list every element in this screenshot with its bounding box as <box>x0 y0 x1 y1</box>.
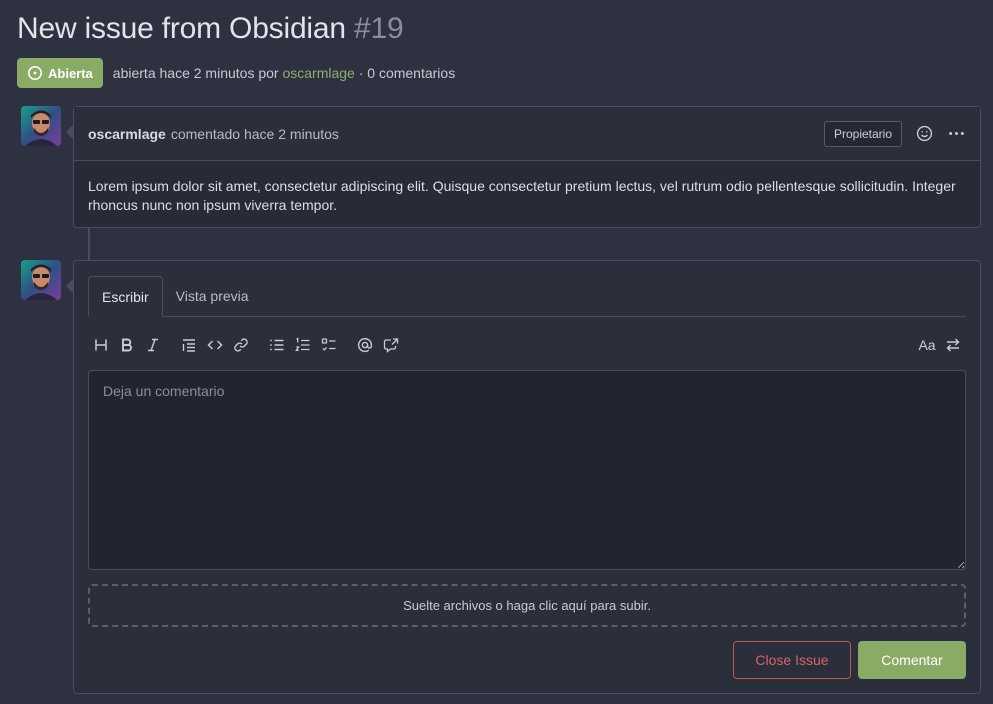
timeline-connector <box>88 228 90 261</box>
italic-button[interactable] <box>140 333 166 357</box>
switch-editor-icon[interactable] <box>940 333 966 357</box>
comment-author[interactable]: oscarmlage <box>88 126 166 142</box>
comment-timestamp: comentado hace 2 minutos <box>170 125 339 142</box>
tab-preview[interactable]: Vista previa <box>163 276 262 316</box>
issue-open-icon <box>27 65 43 81</box>
comment-editor: Escribir Vista previa Aa Deja un comenta… <box>66 260 981 694</box>
smiley-icon[interactable] <box>914 124 934 144</box>
page-title: New issue from Obsidian #19 <box>17 12 404 46</box>
author-link[interactable]: oscarmlage <box>282 65 354 81</box>
cross-reference-icon[interactable] <box>378 333 404 357</box>
heading-button[interactable] <box>88 333 114 357</box>
status-label: Abierta <box>48 65 93 81</box>
owner-badge: Propietario <box>823 120 902 147</box>
comment-textarea[interactable] <box>88 370 966 570</box>
issue-status-row: Abierta abierta hace 2 minutos por oscar… <box>17 58 455 88</box>
comment-header: oscarmlage comentado hace 2 minutos Prop… <box>74 107 980 161</box>
status-badge: Abierta <box>17 58 103 88</box>
tab-write[interactable]: Escribir <box>88 276 163 317</box>
link-icon[interactable] <box>228 333 254 357</box>
numbered-list-icon[interactable] <box>290 333 316 357</box>
font-toggle-button[interactable]: Aa <box>914 333 940 357</box>
mention-icon[interactable] <box>352 333 378 357</box>
file-dropzone[interactable]: Suelte archivos o haga clic aquí para su… <box>88 584 966 627</box>
avatar[interactable] <box>21 106 61 146</box>
close-issue-button[interactable]: Close Issue <box>733 641 851 679</box>
meta-suffix: · 0 comentarios <box>358 65 456 81</box>
task-list-icon[interactable] <box>316 333 342 357</box>
editor-tabs: Escribir Vista previa <box>88 276 966 317</box>
bullet-list-icon[interactable] <box>264 333 290 357</box>
bold-button[interactable] <box>114 333 140 357</box>
code-icon[interactable] <box>202 333 228 357</box>
issue-number: #19 <box>354 12 404 45</box>
meta-prefix: abierta hace 2 minutos por <box>112 65 279 81</box>
comment-button[interactable]: Comentar <box>858 641 966 679</box>
issue-title: New issue from Obsidian <box>17 12 346 45</box>
comment-body: Lorem ipsum dolor sit amet, consectetur … <box>88 178 956 213</box>
issue-meta: abierta hace 2 minutos por oscarmlage · … <box>113 65 455 81</box>
avatar[interactable] <box>21 260 61 300</box>
more-options-icon[interactable] <box>946 124 966 144</box>
comment-card: oscarmlage comentado hace 2 minutos Prop… <box>66 106 981 228</box>
editor-toolbar: Aa <box>88 333 966 357</box>
quote-button[interactable] <box>176 333 202 357</box>
